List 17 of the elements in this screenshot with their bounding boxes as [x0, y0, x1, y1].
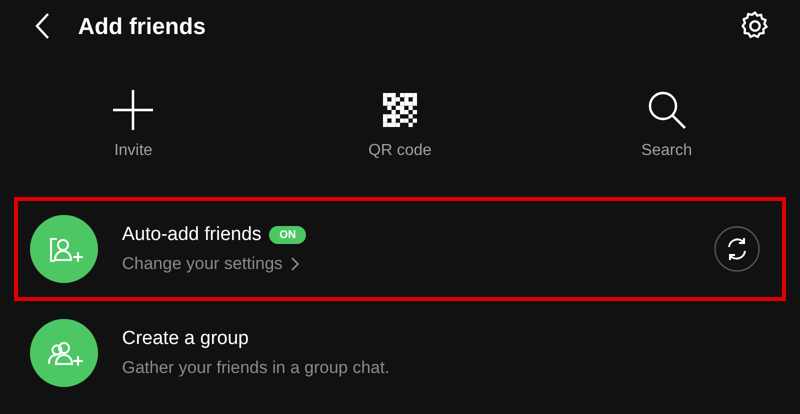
action-label[interactable]: Invite	[114, 142, 152, 160]
plus-icon[interactable]	[113, 90, 154, 130]
page-title: Add friends	[78, 12, 207, 40]
row-title[interactable]: Create a group	[122, 328, 249, 350]
back-icon[interactable]	[34, 12, 50, 40]
chevron-icon[interactable]	[290, 257, 299, 271]
refresh-icon[interactable]	[714, 226, 760, 272]
search-icon[interactable]	[646, 90, 687, 130]
qr-code-icon[interactable]	[382, 93, 417, 127]
row-subtitle: Gather your friends in a group chat.	[122, 358, 390, 378]
row-title[interactable]: Auto-add friends	[122, 224, 262, 246]
group-add-icon[interactable]	[30, 319, 98, 387]
action-label[interactable]: QR code	[368, 142, 432, 160]
row-subtitle: Change your settings	[122, 254, 283, 274]
action-label[interactable]: Search	[641, 142, 692, 160]
person-add-icon[interactable]	[30, 215, 98, 283]
status-badge: ON	[269, 226, 306, 244]
